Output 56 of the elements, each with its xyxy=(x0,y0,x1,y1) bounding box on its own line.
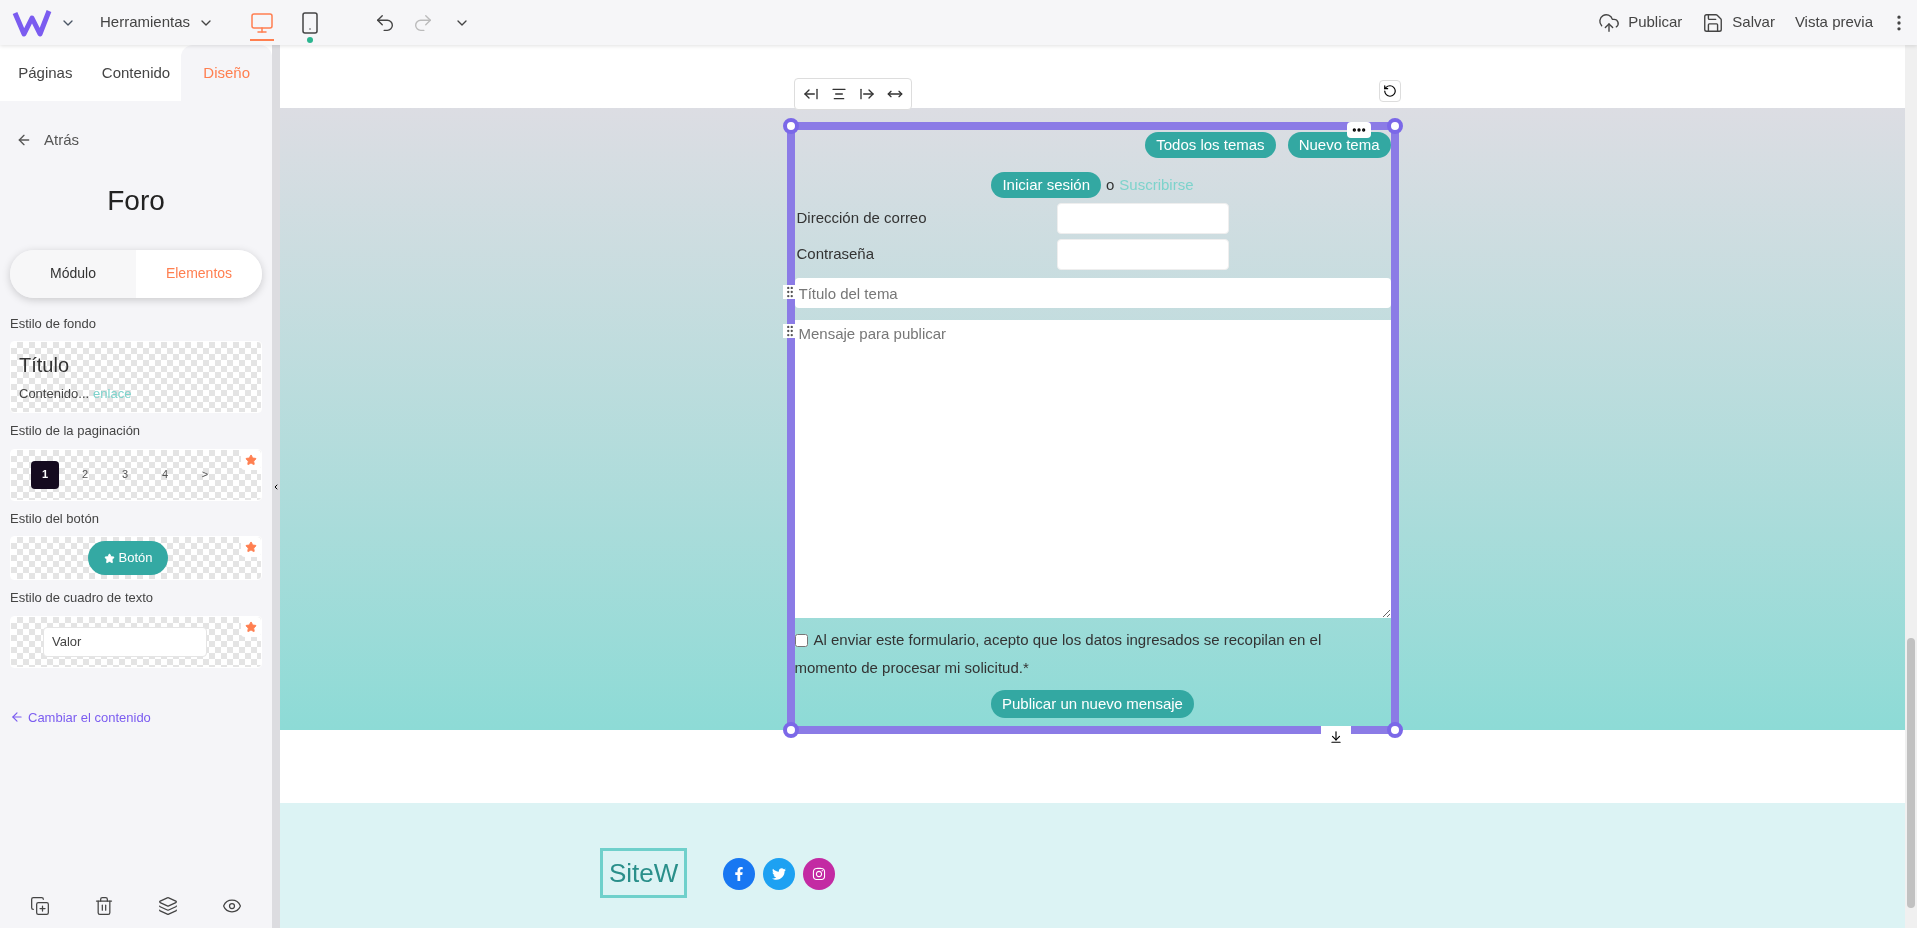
section-label: Estilo de cuadro de texto xyxy=(10,589,155,607)
panel-title: Foro xyxy=(106,183,166,218)
background-style-preview[interactable]: Título Contenido... enlace xyxy=(10,341,262,413)
field-label: Contraseña xyxy=(795,244,876,265)
drag-handle-icon[interactable] xyxy=(782,285,797,299)
page-number: 1 xyxy=(31,460,59,489)
sample-button: Botón xyxy=(87,541,169,575)
logo-icon[interactable] xyxy=(12,7,52,38)
textbox-style-preview[interactable]: Valor xyxy=(10,615,262,668)
page-number: 4 xyxy=(160,467,170,483)
align-right-icon[interactable] xyxy=(858,86,875,102)
segment-tab[interactable]: Módulo xyxy=(10,249,136,298)
section-label: Estilo de la paginación xyxy=(10,422,142,440)
facebook-icon[interactable] xyxy=(723,858,756,890)
input-field[interactable] xyxy=(1056,203,1229,234)
or-text: o xyxy=(1106,174,1115,195)
reset-button[interactable] xyxy=(1378,80,1401,102)
twitter-icon[interactable] xyxy=(763,858,796,890)
input-field[interactable] xyxy=(1056,239,1229,270)
upload-icon xyxy=(1598,11,1621,34)
instagram-icon[interactable] xyxy=(803,858,836,890)
consent-checkbox[interactable] xyxy=(794,634,808,647)
section-label: Estilo del botón xyxy=(10,509,100,528)
preview-button[interactable]: Vista previa xyxy=(1794,11,1873,34)
star-icon xyxy=(103,552,115,564)
preview-text: Contenido... xyxy=(19,385,90,403)
pagination-style-preview[interactable]: 1 2 3 4 > xyxy=(10,448,262,501)
resize-handle[interactable] xyxy=(1386,118,1403,134)
duplicate-icon[interactable] xyxy=(30,896,50,916)
page-number: 3 xyxy=(120,467,130,483)
more-options-icon[interactable] xyxy=(1346,122,1371,138)
preview-title: Título xyxy=(19,353,71,378)
page-number: > xyxy=(200,467,210,483)
resize-handle[interactable] xyxy=(782,722,799,738)
upload-button[interactable]: Publicar xyxy=(1598,11,1683,34)
sample-text-field: Valor xyxy=(43,626,207,657)
resize-handle[interactable] xyxy=(782,118,799,134)
consent-text: Al enviar este formulario, acepto que los datos ingresados se recopilan en el momento de procesar mi solicitud.* xyxy=(794,630,1323,678)
trash-icon[interactable] xyxy=(94,896,114,916)
save-button[interactable]: Salvar xyxy=(1702,11,1775,34)
resize-handle[interactable] xyxy=(1386,722,1403,738)
section-label: Estilo de fondo xyxy=(10,314,97,333)
message-field[interactable]: Mensaje para publicar xyxy=(794,320,1391,618)
change-content-link[interactable]: Cambiar el contenido xyxy=(10,707,151,727)
page-number: 2 xyxy=(80,467,90,483)
tools-menu[interactable]: Herramientas xyxy=(100,11,215,34)
rotate-icon xyxy=(1382,84,1397,98)
save-icon xyxy=(1702,11,1725,34)
field-label: Dirección de correo xyxy=(795,208,928,229)
layers-icon[interactable] xyxy=(158,896,178,916)
align-left-icon[interactable] xyxy=(802,86,819,102)
topic-title-field[interactable]: Título del tema xyxy=(794,278,1391,308)
align-center-icon[interactable] xyxy=(830,86,847,102)
drag-handle-icon[interactable] xyxy=(782,324,797,338)
desktop-icon xyxy=(250,10,275,35)
back-link[interactable]: Atrás xyxy=(16,129,79,152)
